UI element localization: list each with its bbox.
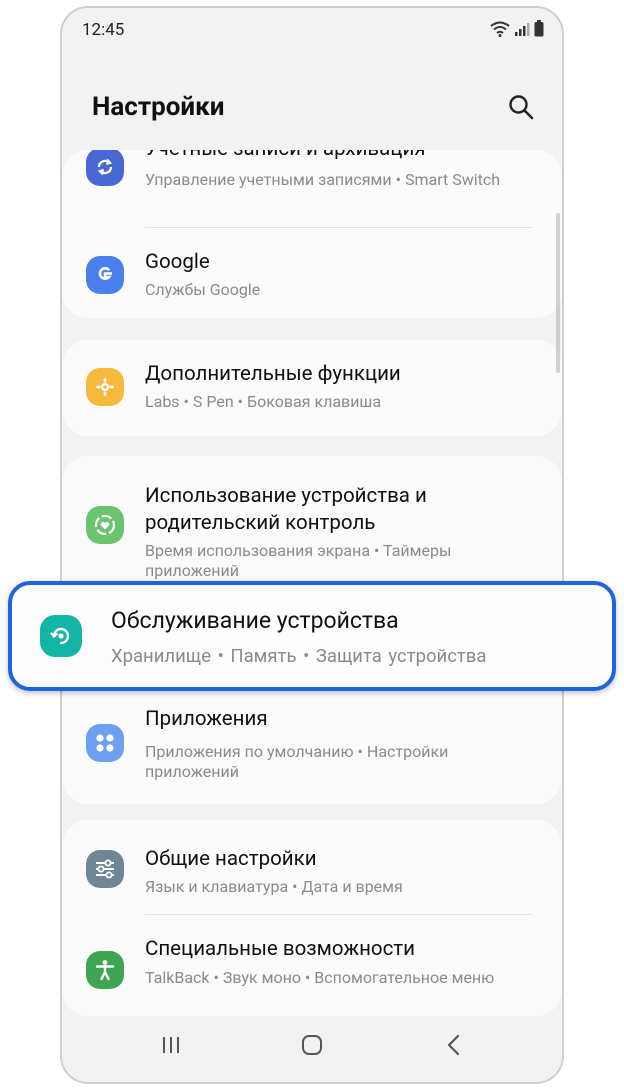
settings-item-google[interactable]: Google Службы Google: [62, 228, 562, 318]
item-title: Обслуживание устройства: [111, 607, 399, 634]
navigation-bar: [62, 1012, 562, 1082]
recent-apps-icon[interactable]: [160, 1034, 182, 1056]
item-subtitle: Управление учетными записями • Smart Swi…: [145, 170, 501, 189]
item-title: Учетные записи и архивация: [145, 150, 545, 163]
apps-icon: [86, 724, 124, 762]
item-subtitle: TalkBack • Звук моно • Вспомогательное м…: [145, 968, 495, 987]
settings-item-accessibility[interactable]: Специальные возможности TalkBack • Звук …: [62, 915, 562, 1016]
item-subtitle: Labs • S Pen • Боковая клавиша: [145, 392, 382, 411]
item-subtitle: Язык и клавиатура • Дата и время: [145, 877, 403, 896]
status-bar: 12:45: [62, 8, 562, 54]
settings-item-general[interactable]: Общие настройки Язык и клавиатура • Дата…: [62, 820, 562, 910]
item-subtitle: Приложения по умолчанию • Настройки прил…: [145, 742, 449, 781]
card-accounts-google: Учетные записи и архивация Управление уч…: [62, 150, 562, 318]
home-icon[interactable]: [300, 1033, 324, 1057]
wifi-icon: [490, 21, 510, 37]
item-title: Специальные возможности: [145, 937, 416, 961]
page-title: Настройки: [92, 92, 225, 122]
back-icon[interactable]: [444, 1034, 464, 1056]
search-icon[interactable]: [508, 94, 534, 120]
item-title: Дополнительные функции: [145, 362, 401, 386]
item-subtitle: Время использования экрана • Таймеры при…: [145, 541, 452, 580]
item-title: Google: [145, 250, 210, 274]
scrollbar[interactable]: [556, 213, 560, 373]
accounts-sync-icon: [86, 150, 124, 186]
card-general-accessibility: Общие настройки Язык и клавиатура • Дата…: [62, 820, 562, 1016]
status-time: 12:45: [82, 20, 125, 40]
item-title: Общие настройки: [145, 847, 317, 871]
digital-wellbeing-icon: [86, 506, 124, 544]
item-subtitle: Службы Google: [145, 280, 261, 299]
item-title: Приложения: [145, 707, 268, 731]
general-settings-icon: [86, 850, 124, 888]
settings-item-apps[interactable]: Приложения Приложения по умолчанию • Нас…: [62, 704, 562, 804]
status-icons: [490, 20, 544, 37]
settings-item-digital-wellbeing[interactable]: Использование устройства и родительский …: [62, 456, 562, 580]
settings-item-accounts[interactable]: Учетные записи и архивация Управление уч…: [62, 150, 562, 224]
google-icon: [86, 256, 124, 294]
settings-item-device-care[interactable]: Обслуживание устройства Хранилище • Памя…: [8, 581, 616, 691]
device-care-icon: [40, 615, 82, 657]
phone-screen: 12:45 Настройки Управление учетными запи…: [60, 6, 564, 1084]
card-advanced: Дополнительные функции Labs • S Pen • Бо…: [62, 340, 562, 436]
signal-icon: [515, 23, 530, 36]
item-title: Использование устройства и родительский …: [145, 484, 427, 535]
accessibility-icon: [86, 951, 124, 989]
item-subtitle: Хранилище • Память • Защита устройства: [111, 645, 487, 667]
battery-icon: [534, 20, 544, 37]
settings-item-advanced-features[interactable]: Дополнительные функции Labs • S Pen • Бо…: [62, 340, 562, 436]
advanced-features-icon: [86, 368, 124, 406]
